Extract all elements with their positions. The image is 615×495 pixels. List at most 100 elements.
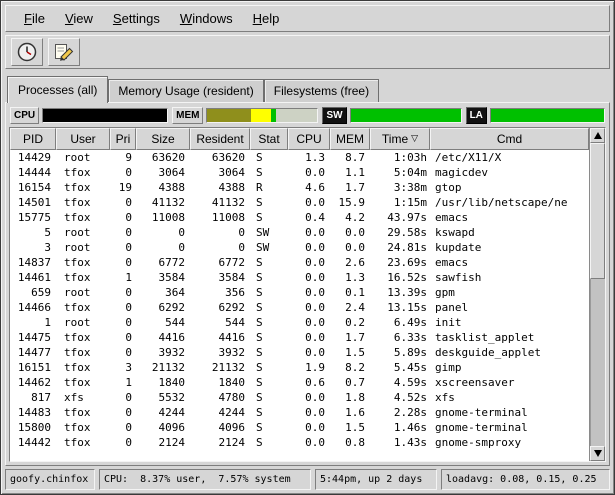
- table-row[interactable]: 5root000SW0.00.029.58skswapd: [10, 225, 589, 240]
- status-hostname: goofy.chinfox: [5, 469, 95, 490]
- cell-pid: 15775: [10, 210, 56, 225]
- cell-resident: 3064: [190, 165, 250, 180]
- table-row[interactable]: 14466tfox062926292S0.02.413.15spanel: [10, 300, 589, 315]
- tab-memory-usage-resident[interactable]: Memory Usage (resident): [108, 79, 263, 102]
- cell-resident: 4416: [190, 330, 250, 345]
- table-row[interactable]: 14429root96362063620S1.38.71:03h/etc/X11…: [10, 150, 589, 165]
- cell-mem: 0.0: [330, 225, 370, 240]
- cell-cpu: 0.0: [288, 390, 330, 405]
- edit-toolbar-button[interactable]: [48, 38, 80, 66]
- table-row[interactable]: 14442tfox021242124S0.00.81.43sgnome-smpr…: [10, 435, 589, 450]
- tab-filesystems-free[interactable]: Filesystems (free): [264, 79, 379, 102]
- table-row[interactable]: 817xfs055324780S0.01.84.52sxfs: [10, 390, 589, 405]
- cell-user: root: [56, 285, 110, 300]
- cell-user: tfox: [56, 300, 110, 315]
- menu-item-windows[interactable]: Windows: [170, 7, 243, 30]
- cell-pid: 15800: [10, 420, 56, 435]
- cell-cmd: gnome-terminal: [430, 420, 589, 435]
- table-row[interactable]: 16151tfox32113221132S1.98.25.45sgimp: [10, 360, 589, 375]
- cell-cmd: gtop: [430, 180, 589, 195]
- clock-toolbar-button[interactable]: [11, 38, 43, 66]
- meter-mem: MEM: [172, 107, 318, 124]
- column-header-mem[interactable]: MEM: [330, 128, 370, 150]
- cell-pid: 16151: [10, 360, 56, 375]
- cell-pri: 1: [110, 375, 136, 390]
- cell-pid: 14461: [10, 270, 56, 285]
- cell-resident: 544: [190, 315, 250, 330]
- table-row[interactable]: 14483tfox042444244S0.01.62.28sgnome-term…: [10, 405, 589, 420]
- cell-stat: S: [250, 300, 288, 315]
- cell-cmd: xfs: [430, 390, 589, 405]
- scroll-up-button[interactable]: [590, 128, 605, 143]
- cell-mem: 2.6: [330, 255, 370, 270]
- cell-pid: 14442: [10, 435, 56, 450]
- table-row[interactable]: 15775tfox01100811008S0.44.243.97semacs: [10, 210, 589, 225]
- table-row[interactable]: 15800tfox040964096S0.01.51.46sgnome-term…: [10, 420, 589, 435]
- cell-cmd: kupdate: [430, 240, 589, 255]
- table-row[interactable]: 1root0544544S0.00.26.49sinit: [10, 315, 589, 330]
- column-header-resident[interactable]: Resident: [190, 128, 250, 150]
- cell-user: tfox: [56, 420, 110, 435]
- column-header-pid[interactable]: PID: [10, 128, 56, 150]
- menu-item-view[interactable]: View: [55, 7, 103, 30]
- table-row[interactable]: 14444tfox030643064S0.01.15:04mmagicdev: [10, 165, 589, 180]
- cell-stat: S: [250, 165, 288, 180]
- column-header-label: Cmd: [497, 132, 522, 146]
- menu-mnemonic: W: [180, 11, 192, 26]
- tab-processes-all[interactable]: Processes (all): [7, 76, 108, 103]
- column-header-cmd[interactable]: Cmd: [430, 128, 589, 150]
- table-row[interactable]: 14461tfox135843584S0.01.316.52ssawfish: [10, 270, 589, 285]
- cell-pri: 0: [110, 435, 136, 450]
- cell-stat: S: [250, 435, 288, 450]
- column-header-time[interactable]: Time▽: [370, 128, 430, 150]
- cell-time: 1:03h: [370, 150, 430, 165]
- column-header-user[interactable]: User: [56, 128, 110, 150]
- table-row[interactable]: 14475tfox044164416S0.01.76.33stasklist_a…: [10, 330, 589, 345]
- column-header-stat[interactable]: Stat: [250, 128, 288, 150]
- table-row[interactable]: 14477tfox039323932S0.01.55.89sdeskguide_…: [10, 345, 589, 360]
- menu-item-settings[interactable]: Settings: [103, 7, 170, 30]
- table-row[interactable]: 14501tfox04113241132S0.015.91:15m/usr/li…: [10, 195, 589, 210]
- vertical-scrollbar[interactable]: [589, 128, 605, 461]
- column-header-pri[interactable]: Pri: [110, 128, 136, 150]
- column-header-cpu[interactable]: CPU: [288, 128, 330, 150]
- menu-item-help[interactable]: Help: [243, 7, 290, 30]
- cell-user: tfox: [56, 210, 110, 225]
- cell-time: 6.49s: [370, 315, 430, 330]
- column-header-size[interactable]: Size: [136, 128, 190, 150]
- meter-sw: SW: [322, 107, 461, 124]
- cell-size: 3932: [136, 345, 190, 360]
- cell-pid: 817: [10, 390, 56, 405]
- cell-cpu: 0.0: [288, 345, 330, 360]
- cell-cpu: 0.0: [288, 255, 330, 270]
- scrollbar-thumb[interactable]: [590, 143, 605, 279]
- cell-size: 0: [136, 225, 190, 240]
- meter-segment: [207, 109, 251, 122]
- cell-time: 2.28s: [370, 405, 430, 420]
- table-row[interactable]: 16154tfox1943884388R4.61.73:38mgtop: [10, 180, 589, 195]
- cell-time: 4.52s: [370, 390, 430, 405]
- cell-resident: 0: [190, 225, 250, 240]
- scrollbar-track[interactable]: [590, 143, 605, 446]
- table-row[interactable]: 14462tfox118401840S0.60.74.59sxscreensav…: [10, 375, 589, 390]
- table-row[interactable]: 3root000SW0.00.024.81skupdate: [10, 240, 589, 255]
- cell-time: 1.46s: [370, 420, 430, 435]
- table-header: PIDUserPriSizeResidentStatCPUMEMTime▽ Cmd: [10, 128, 589, 150]
- table-row[interactable]: 14837tfox067726772S0.02.623.69semacs: [10, 255, 589, 270]
- table-row[interactable]: 659root0364356S0.00.113.39sgpm: [10, 285, 589, 300]
- menu-item-file[interactable]: File: [14, 7, 55, 30]
- scroll-down-button[interactable]: [590, 446, 605, 461]
- cell-pri: 0: [110, 345, 136, 360]
- cell-user: tfox: [56, 360, 110, 375]
- cell-pri: 0: [110, 330, 136, 345]
- cell-stat: S: [250, 285, 288, 300]
- cell-mem: 0.8: [330, 435, 370, 450]
- cell-size: 4244: [136, 405, 190, 420]
- cell-pri: 0: [110, 165, 136, 180]
- cell-pri: 0: [110, 315, 136, 330]
- gtop-window: FileViewSettingsWindowsHelp Processes (a…: [0, 0, 615, 495]
- cell-cpu: 0.0: [288, 300, 330, 315]
- meter-label-mem: MEM: [172, 107, 203, 124]
- meter-bar-la: [490, 108, 605, 123]
- meter-segment: [251, 109, 271, 122]
